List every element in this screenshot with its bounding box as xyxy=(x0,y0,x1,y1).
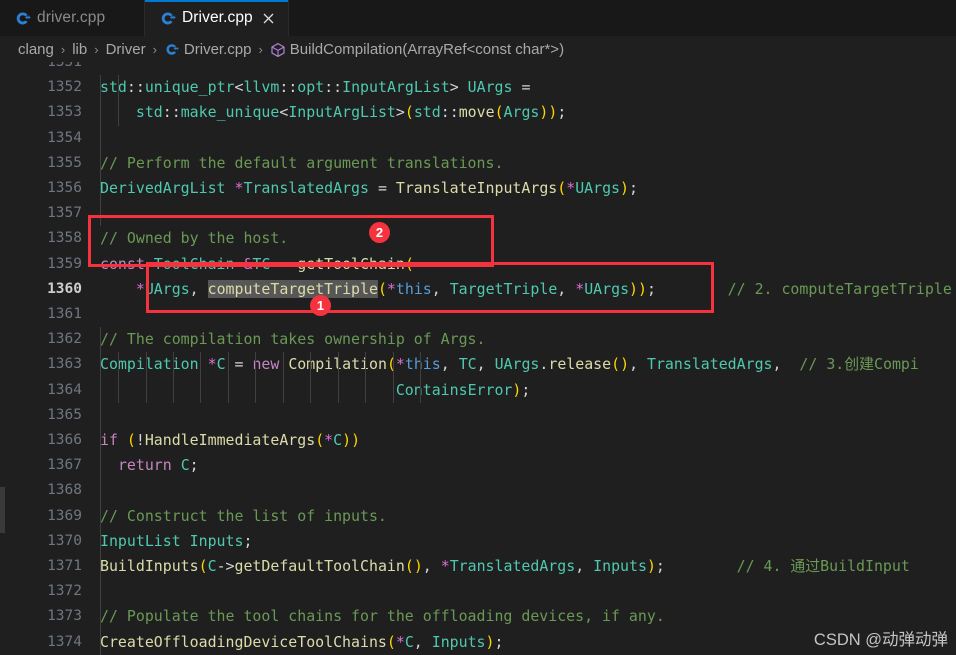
cpp-file-icon xyxy=(159,10,176,27)
line-number: 1356 xyxy=(47,180,82,196)
indent-guide xyxy=(100,503,101,655)
line-number: 1353 xyxy=(47,104,82,121)
indent-guide xyxy=(200,352,201,403)
line-number: 1365 xyxy=(47,406,82,423)
line-number: 1354 xyxy=(47,129,82,146)
vscode-editor-window: driver.cpp Driver.cpp clang › lib › Driv… xyxy=(0,0,956,655)
line-number: 1370 xyxy=(47,532,82,549)
code-line[interactable]: // The compilation takes ownership of Ar… xyxy=(100,327,956,352)
line-number: 1368 xyxy=(47,482,82,499)
code-line[interactable]: return C; xyxy=(100,453,956,478)
breadcrumb-label: BuildCompilation(ArrayRef<const char*>) xyxy=(289,40,565,58)
line-number: 1351 xyxy=(47,62,82,70)
editor-tab-bar: driver.cpp Driver.cpp xyxy=(0,0,956,36)
line-number: 1360 xyxy=(47,280,82,297)
indent-guide xyxy=(118,352,119,403)
chevron-right-icon: › xyxy=(60,41,66,57)
line-number: 1352 xyxy=(47,79,82,96)
line-number: 1361 xyxy=(47,306,82,322)
annotation-badge-1: 1 xyxy=(310,295,331,316)
code-line[interactable] xyxy=(100,478,956,503)
indent-guide xyxy=(118,75,119,126)
line-number: 1355 xyxy=(47,154,82,171)
code-line[interactable]: const ToolChain &TC = getToolChain( xyxy=(100,252,956,277)
line-number: 1362 xyxy=(47,331,82,348)
line-number: 1371 xyxy=(47,558,82,574)
line-number: 1358 xyxy=(47,230,82,247)
line-number: 1373 xyxy=(47,608,82,625)
code-line[interactable] xyxy=(100,302,956,327)
breadcrumb-item-lib[interactable]: lib xyxy=(72,41,87,58)
breadcrumb-item-clang[interactable]: clang xyxy=(18,41,54,58)
breadcrumb-label: clang xyxy=(18,40,54,58)
chevron-right-icon: › xyxy=(152,41,157,57)
annotation-badge-2: 2 xyxy=(369,222,390,243)
tab-driver-cpp-upper[interactable]: Driver.cpp xyxy=(145,0,289,36)
tab-label: Driver.cpp xyxy=(182,9,253,26)
line-number: 1363 xyxy=(47,356,82,373)
line-number: 1364 xyxy=(47,381,82,398)
cpp-file-icon xyxy=(14,10,31,27)
indent-guide xyxy=(255,352,256,403)
code-line[interactable]: // Perform the default argument translat… xyxy=(100,151,956,176)
breadcrumb: clang › lib › Driver › Driver.cpp › Buil… xyxy=(0,36,956,62)
breadcrumb-label: Driver xyxy=(105,40,146,58)
cpp-file-icon xyxy=(164,42,179,57)
line-number: 1359 xyxy=(47,255,82,272)
indent-guide xyxy=(100,75,101,227)
line-number: 1357 xyxy=(47,205,82,222)
indent-guide xyxy=(100,327,101,529)
code-line[interactable]: BuildInputs(C->getDefaultToolChain(), *T… xyxy=(100,554,956,579)
code-line[interactable]: // Owned by the host. xyxy=(100,226,956,251)
breadcrumb-item-file[interactable]: Driver.cpp xyxy=(164,40,252,58)
tab-label: driver.cpp xyxy=(37,9,106,26)
code-line[interactable]: // Construct the list of inputs. xyxy=(100,504,956,529)
code-line[interactable] xyxy=(100,62,956,75)
code-line[interactable] xyxy=(100,201,956,226)
breadcrumb-label: lib xyxy=(72,40,88,58)
line-number: 1374 xyxy=(47,633,82,650)
symbol-method-icon xyxy=(270,42,285,57)
tab-driver-cpp-lower[interactable]: driver.cpp xyxy=(0,0,145,36)
line-number: 1367 xyxy=(47,457,82,474)
code-editor[interactable]: 1351 1352 1353 1354 1355 1356 1357 1358 1359 1360… xyxy=(0,62,956,655)
csdn-watermark: CSDN @动弹动弹 xyxy=(813,631,948,649)
breadcrumb-item-driver[interactable]: Driver xyxy=(106,41,146,58)
indent-guide xyxy=(173,352,174,403)
indent-guide xyxy=(393,352,394,403)
breadcrumb-label: Driver.cpp xyxy=(183,40,252,58)
code-line[interactable] xyxy=(100,579,956,604)
chevron-right-icon: › xyxy=(94,41,99,57)
line-number: 1366 xyxy=(47,432,82,448)
code-line[interactable]: std::unique_ptr<llvm::opt::InputArgList>… xyxy=(100,75,956,100)
close-icon[interactable] xyxy=(260,10,277,27)
line-number: 1372 xyxy=(47,583,82,600)
code-line[interactable] xyxy=(100,126,956,151)
code-line[interactable]: std::make_unique<InputArgList>(std::move… xyxy=(100,100,956,125)
code-line[interactable]: DerivedArgList *TranslatedArgs = Transla… xyxy=(100,176,956,201)
code-line[interactable]: InputList Inputs; xyxy=(100,529,956,554)
indent-guide xyxy=(338,352,339,403)
indent-guide xyxy=(228,352,229,403)
code-line[interactable] xyxy=(100,403,956,428)
indent-guide xyxy=(310,352,311,403)
indent-guide xyxy=(420,352,421,403)
indent-guide xyxy=(146,352,147,403)
code-line[interactable]: *UArgs, computeTargetTriple(*this, Targe… xyxy=(100,277,956,302)
chevron-right-icon: › xyxy=(258,41,263,57)
code-content[interactable]: std::unique_ptr<llvm::opt::InputArgList>… xyxy=(100,62,956,655)
indent-guide xyxy=(283,352,284,403)
breadcrumb-item-symbol[interactable]: BuildCompilation(ArrayRef<const char*>) xyxy=(270,41,564,58)
code-line[interactable]: if (!HandleImmediateArgs(*C)) xyxy=(100,428,956,453)
indent-guide xyxy=(365,352,366,403)
line-number: 1369 xyxy=(47,507,82,524)
